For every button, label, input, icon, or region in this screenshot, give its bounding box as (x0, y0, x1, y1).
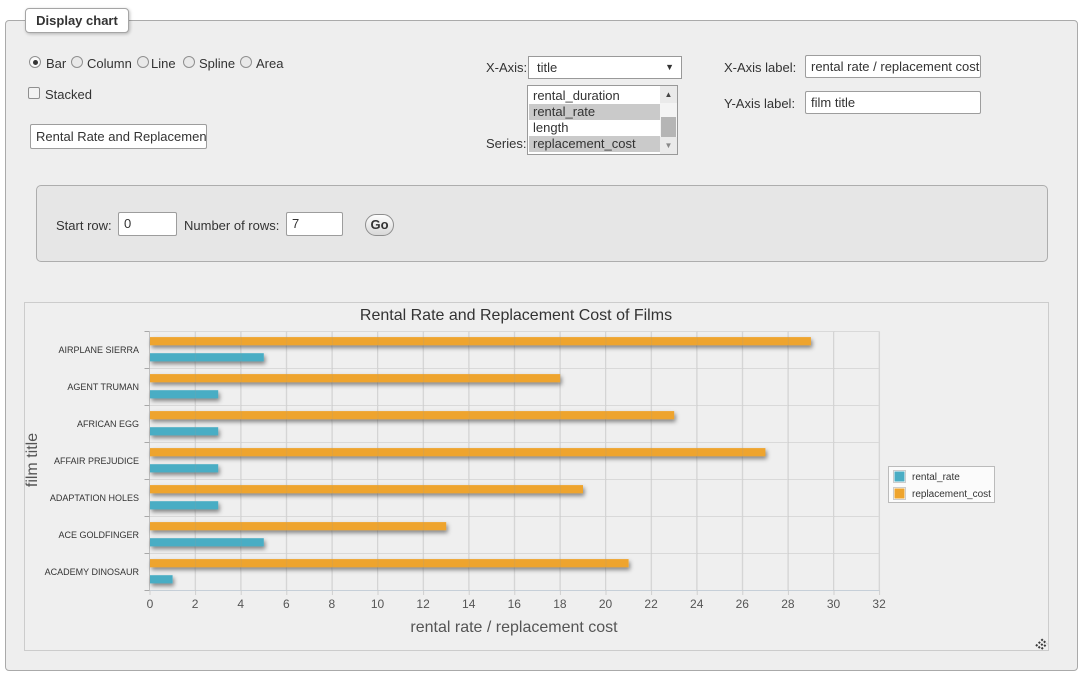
svg-text:12: 12 (416, 597, 430, 611)
svg-text:10: 10 (371, 597, 385, 611)
svg-text:AGENT TRUMAN: AGENT TRUMAN (67, 382, 139, 392)
svg-text:16: 16 (508, 597, 522, 611)
svg-text:6: 6 (283, 597, 290, 611)
svg-text:rental rate / replacement cost: rental rate / replacement cost (410, 619, 618, 636)
svg-text:28: 28 (781, 597, 795, 611)
svg-text:ACE GOLDFINGER: ACE GOLDFINGER (58, 530, 139, 540)
svg-text:AIRPLANE SIERRA: AIRPLANE SIERRA (58, 345, 139, 355)
svg-text:24: 24 (690, 597, 704, 611)
svg-text:replacement_cost: replacement_cost (912, 489, 991, 500)
svg-text:20: 20 (599, 597, 613, 611)
svg-text:8: 8 (329, 597, 336, 611)
svg-text:22: 22 (644, 597, 658, 611)
svg-text:18: 18 (553, 597, 567, 611)
svg-text:30: 30 (827, 597, 841, 611)
svg-text:ACADEMY DINOSAUR: ACADEMY DINOSAUR (45, 567, 140, 577)
svg-text:0: 0 (147, 597, 154, 611)
svg-text:32: 32 (872, 597, 886, 611)
svg-text:ADAPTATION HOLES: ADAPTATION HOLES (50, 493, 139, 503)
svg-text:AFRICAN EGG: AFRICAN EGG (77, 419, 139, 429)
svg-text:2: 2 (192, 597, 199, 611)
svg-text:rental_rate: rental_rate (912, 472, 960, 483)
svg-text:AFFAIR PREJUDICE: AFFAIR PREJUDICE (54, 456, 139, 466)
svg-text:4: 4 (237, 597, 244, 611)
svg-text:14: 14 (462, 597, 476, 611)
svg-text:26: 26 (736, 597, 750, 611)
svg-text:film title: film title (24, 433, 41, 487)
svg-text:Rental Rate and Replacement Co: Rental Rate and Replacement Cost of Film… (360, 307, 672, 324)
